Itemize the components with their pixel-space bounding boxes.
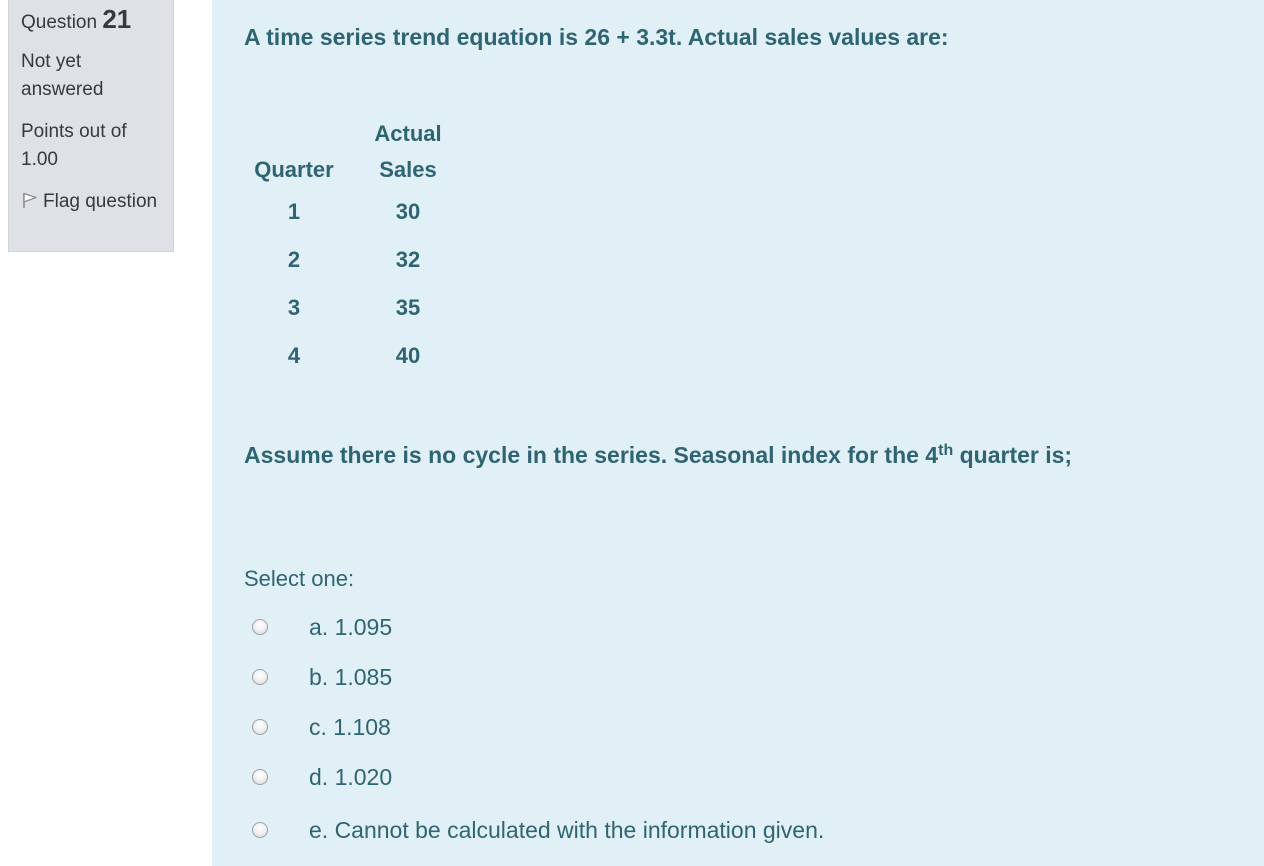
question-label: Question: [21, 12, 98, 33]
answer-options: a. 1.095 b. 1.085 c. 1.108 d. 1.020 e. C…: [252, 602, 824, 855]
quarter-cell: 3: [287, 295, 301, 320]
ordinal-suffix: th: [938, 442, 954, 459]
answer-label-b: b. 1.085: [309, 663, 393, 690]
question-number-value: 21: [102, 4, 132, 34]
answer-label-d: d. 1.020: [309, 763, 393, 790]
table-row: 3 35: [244, 284, 472, 332]
answer-label-e: e. Cannot be calculated with the informa…: [309, 816, 825, 843]
header-actual-sales: Actual Sales: [344, 116, 472, 188]
flag-icon: [21, 190, 39, 208]
table-row: 2 32: [244, 236, 472, 284]
question-content: A time series trend equation is 26 + 3.3…: [212, 0, 1264, 866]
radio-button-a[interactable]: [252, 619, 268, 635]
question-number: Question 21: [21, 2, 161, 40]
select-one-prompt: Select one:: [244, 566, 355, 591]
flag-question-label: Flag question: [43, 191, 158, 212]
answer-option-b[interactable]: b. 1.085: [252, 652, 824, 702]
assumption-text-end: quarter is;: [953, 442, 1073, 468]
answer-label-a: a. 1.095: [309, 613, 393, 640]
flag-question-link[interactable]: Flag question: [21, 188, 161, 216]
answer-option-a[interactable]: a. 1.095: [252, 602, 824, 652]
question-text: A time series trend equation is 26 + 3.3…: [244, 24, 949, 50]
table-header-row: Quarter Actual Sales: [244, 116, 472, 188]
quarter-cell: 1: [287, 199, 301, 224]
header-actual-sales-text: Actual Sales: [374, 121, 442, 182]
question-page: Question 21 Not yet answered Points out …: [0, 0, 1264, 866]
answer-option-c[interactable]: c. 1.108: [252, 702, 824, 752]
assumption-text-main: Assume there is no cycle in the series. …: [244, 442, 939, 468]
radio-button-e[interactable]: [252, 822, 268, 838]
sales-cell: 40: [395, 343, 421, 368]
question-grade: Points out of 1.00: [21, 121, 127, 170]
table-row: 4 40: [244, 332, 472, 380]
radio-button-b[interactable]: [252, 669, 268, 685]
quarter-cell: 4: [287, 343, 301, 368]
sales-cell: 32: [395, 247, 421, 272]
sales-table: Quarter Actual Sales 1 30 2 32 3 35 4 40: [244, 116, 472, 380]
sales-cell: 35: [395, 295, 421, 320]
assumption-text: Assume there is no cycle in the series. …: [244, 442, 1072, 469]
header-quarter: Quarter: [254, 157, 334, 182]
question-info-panel: Question 21 Not yet answered Points out …: [8, 0, 174, 252]
radio-button-d[interactable]: [252, 769, 268, 785]
answer-option-e[interactable]: e. Cannot be calculated with the informa…: [252, 805, 824, 855]
answer-label-c: c. 1.108: [309, 713, 391, 740]
quarter-cell: 2: [287, 247, 301, 272]
answer-option-d[interactable]: d. 1.020: [252, 752, 824, 802]
table-row: 1 30: [244, 188, 472, 236]
sales-cell: 30: [395, 199, 421, 224]
radio-button-c[interactable]: [252, 719, 268, 735]
question-state: Not yet answered: [21, 51, 104, 100]
